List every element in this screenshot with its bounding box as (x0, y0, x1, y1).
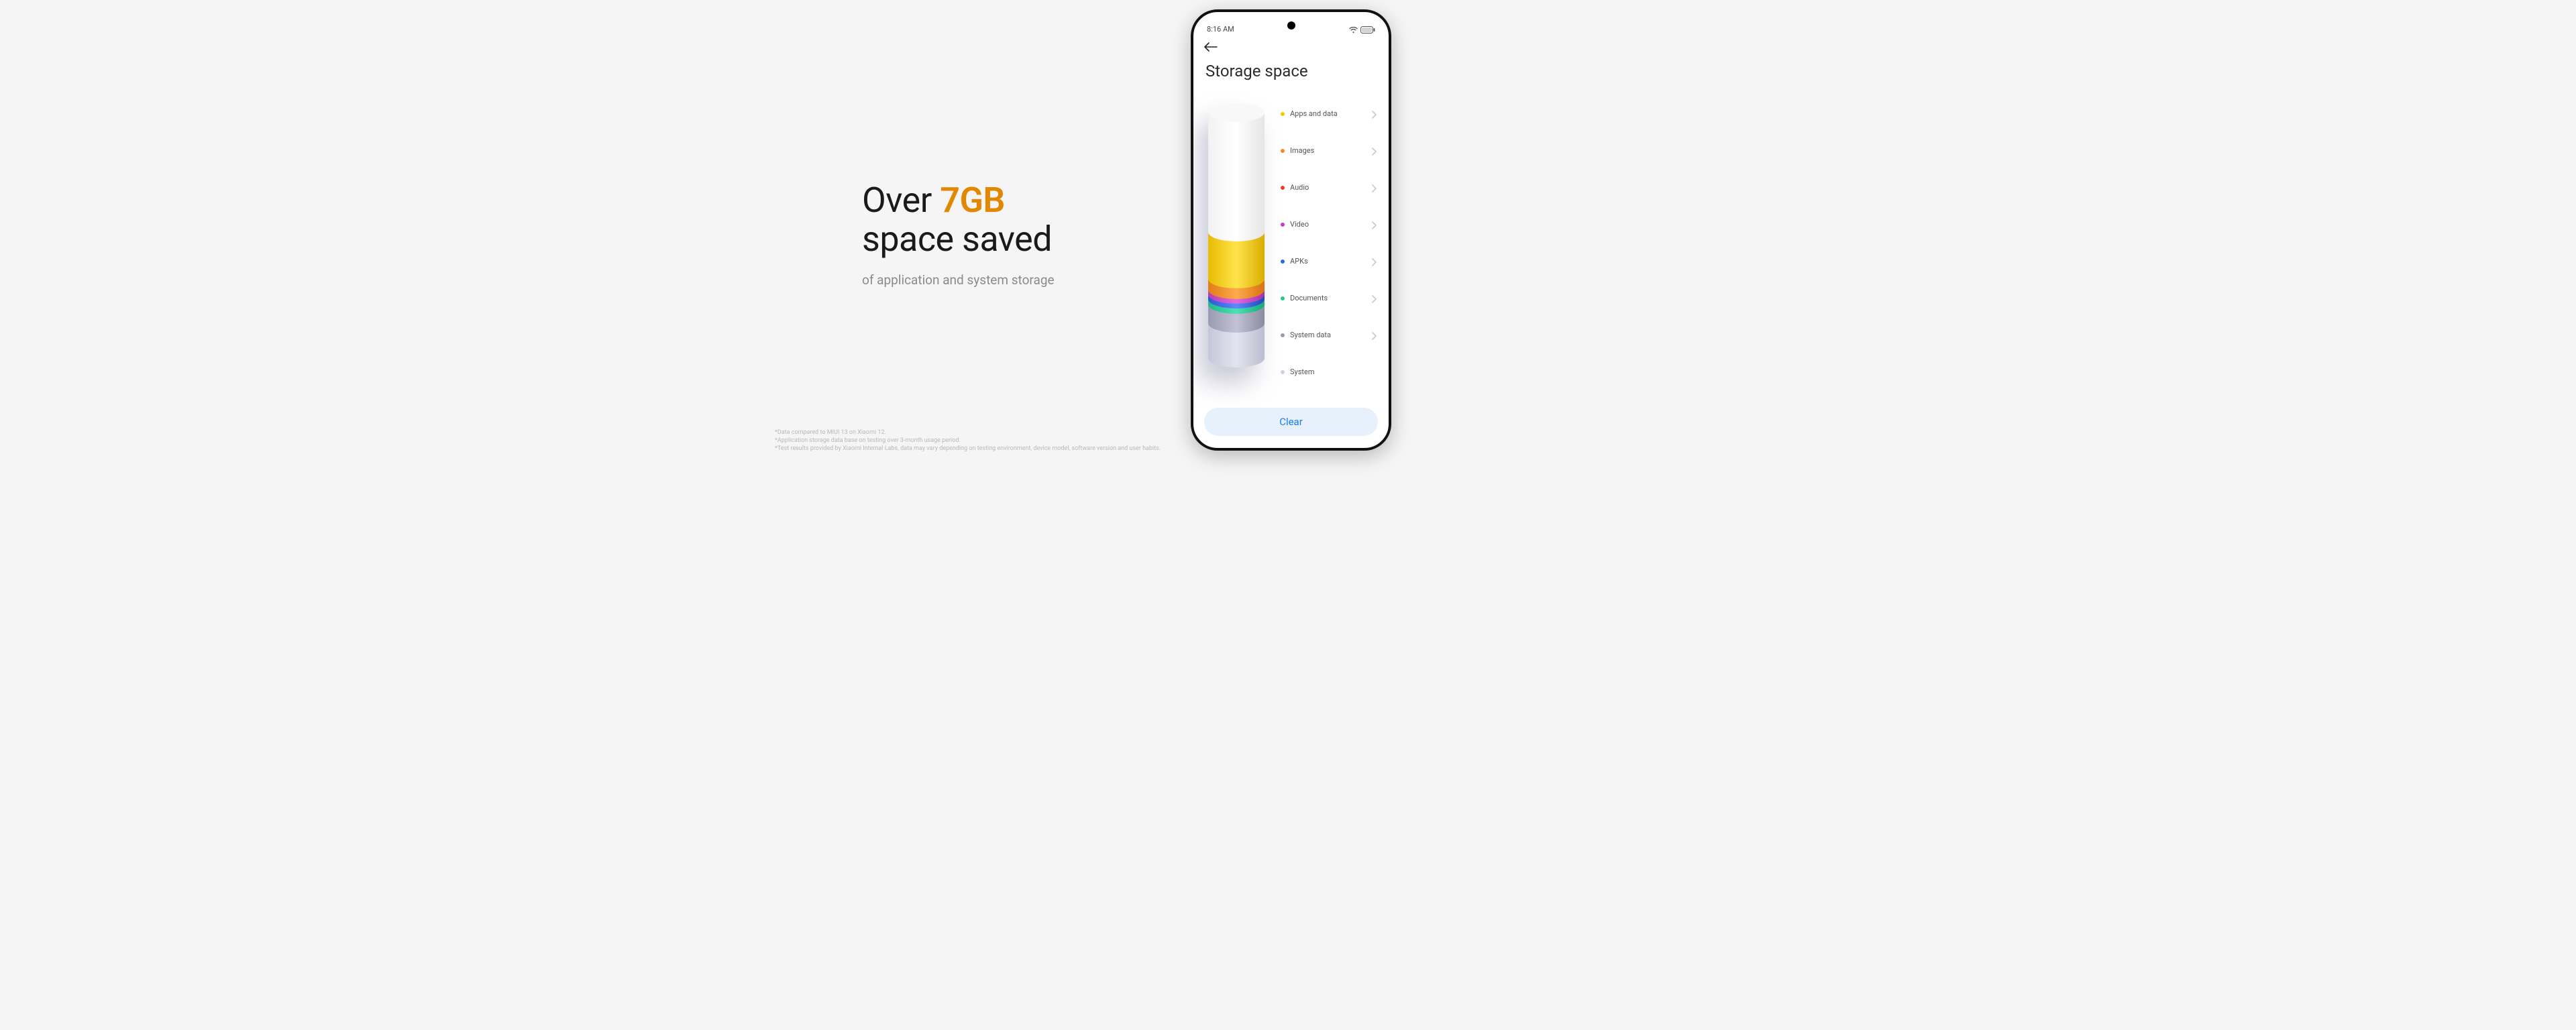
footnote-line: *Data compared to MIUI 13 on Xiaomi 12. (775, 428, 1161, 437)
footnotes: *Data compared to MIUI 13 on Xiaomi 12. … (775, 428, 1161, 453)
legend-item[interactable]: Audio (1281, 169, 1378, 206)
marketing-copy: Over 7GB space saved of application and … (862, 181, 1055, 288)
wifi-icon (1349, 27, 1358, 34)
legend-item: System (1281, 353, 1378, 390)
legend-item[interactable]: Apps and data (1281, 95, 1378, 132)
clear-button[interactable]: Clear (1204, 408, 1378, 436)
legend-dot-icon (1281, 149, 1285, 153)
legend-dot-icon (1281, 370, 1285, 374)
headline-post: space saved (862, 219, 1052, 260)
storage-legend: Apps and data Images Audio Video APKs Documen… (1281, 95, 1378, 390)
headline-pre: Over (862, 180, 940, 221)
legend-label: System (1290, 367, 1315, 376)
chevron-right-icon (1371, 295, 1378, 302)
camera-hole-icon (1287, 21, 1295, 30)
legend-item[interactable]: Documents (1281, 280, 1378, 317)
legend-label: APKs (1290, 257, 1308, 266)
legend-dot-icon (1281, 333, 1285, 337)
storage-cylinder-icon (1208, 103, 1265, 371)
status-time: 8:16 AM (1207, 25, 1234, 34)
legend-item[interactable]: Images (1281, 132, 1378, 169)
chevron-right-icon (1371, 184, 1378, 191)
chevron-right-icon (1371, 332, 1378, 339)
legend-label: Images (1290, 146, 1314, 155)
legend-dot-icon (1281, 112, 1285, 116)
legend-dot-icon (1281, 260, 1285, 264)
clear-button-label: Clear (1279, 416, 1303, 428)
page-title: Storage space (1205, 62, 1378, 80)
legend-label: Apps and data (1290, 109, 1338, 118)
legend-label: Documents (1290, 294, 1328, 302)
chevron-right-icon (1371, 111, 1378, 117)
legend-label: Video (1290, 220, 1309, 229)
phone-frame: 8:16 AM Storage space (1191, 9, 1391, 451)
legend-item[interactable]: System data (1281, 317, 1378, 353)
legend-dot-icon (1281, 223, 1285, 227)
headline-accent: 7GB (940, 180, 1005, 221)
legend-dot-icon (1281, 296, 1285, 300)
legend-label: System data (1290, 331, 1331, 339)
legend-item[interactable]: APKs (1281, 243, 1378, 280)
headline: Over 7GB space saved (862, 181, 1055, 259)
legend-dot-icon (1281, 186, 1285, 190)
chevron-right-icon (1371, 221, 1378, 228)
footnote-line: *Application storage data base on testin… (775, 437, 1161, 445)
chevron-right-icon (1371, 258, 1378, 265)
subline: of application and system storage (862, 272, 1055, 288)
battery-icon (1360, 26, 1375, 34)
storage-content: Apps and data Images Audio Video APKs Documen… (1204, 95, 1378, 404)
legend-item[interactable]: Video (1281, 206, 1378, 243)
legend-label: Audio (1290, 183, 1309, 192)
phone-screen: 8:16 AM Storage space (1193, 12, 1389, 448)
back-icon[interactable] (1204, 42, 1218, 52)
chevron-right-icon (1371, 148, 1378, 154)
footnote-line: *Test results provided by Xiaomi Interna… (775, 445, 1161, 453)
